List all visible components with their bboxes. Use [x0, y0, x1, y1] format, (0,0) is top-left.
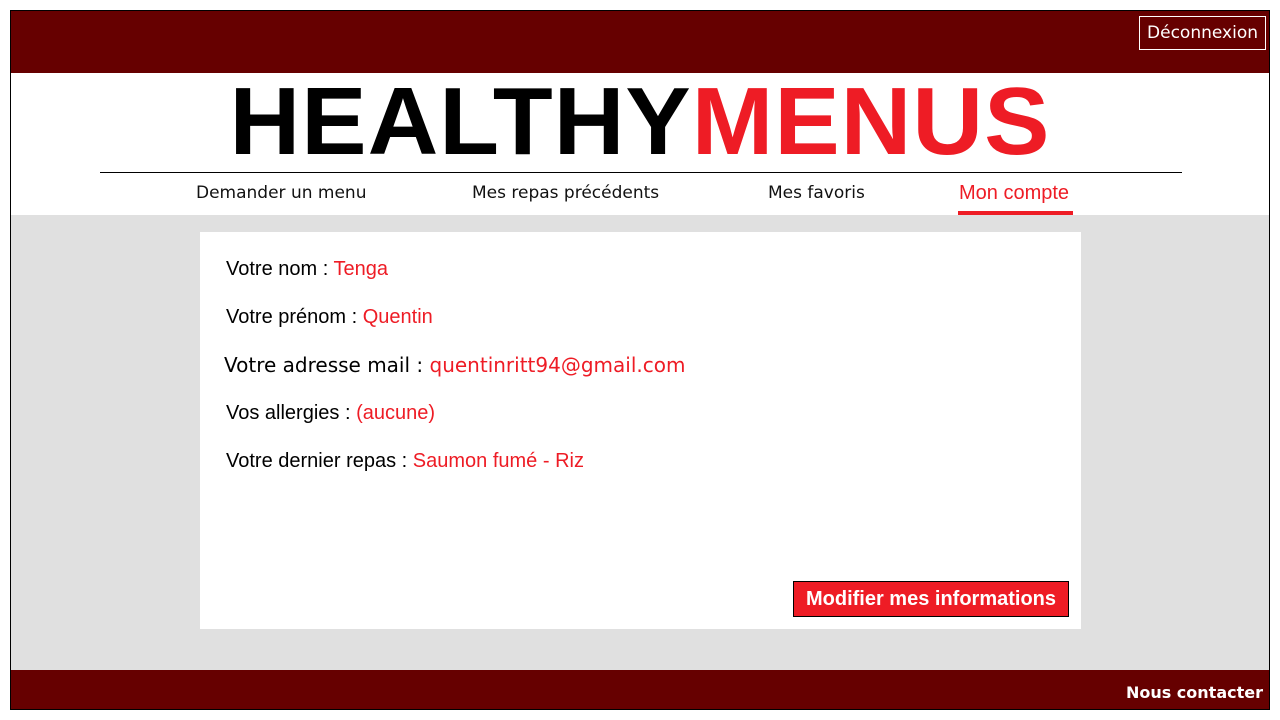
contact-link[interactable]: Nous contacter	[1126, 683, 1263, 702]
row-prenom: Votre prénom : Quentin	[226, 306, 433, 329]
allergies-value: (aucune)	[356, 402, 436, 424]
row-dernier-repas: Votre dernier repas : Saumon fumé - Riz	[226, 450, 584, 473]
mail-label: Votre adresse mail :	[224, 353, 430, 377]
account-card: Votre nom : Tenga Votre prénom : Quentin…	[200, 232, 1081, 629]
row-mail: Votre adresse mail : quentinritt94@gmail…	[224, 353, 685, 377]
top-bar: Déconnexion	[11, 11, 1269, 73]
mail-value: quentinritt94@gmail.com	[429, 353, 686, 377]
logo-healthy: HEALTHY	[229, 68, 692, 175]
dernier-repas-label: Votre dernier repas :	[226, 450, 413, 472]
logo: HEALTHYMENUS	[11, 74, 1269, 170]
nav-item-favoris[interactable]: Mes favoris	[768, 183, 865, 203]
nom-label: Votre nom :	[226, 258, 334, 280]
dernier-repas-value: Saumon fumé - Riz	[412, 450, 584, 472]
main-nav: Demander un menu Mes repas précédents Me…	[11, 173, 1269, 215]
nav-item-repas-precedents[interactable]: Mes repas précédents	[472, 183, 659, 203]
allergies-label: Vos allergies :	[226, 402, 357, 424]
prenom-label: Votre prénom :	[226, 306, 363, 328]
logout-button[interactable]: Déconnexion	[1139, 16, 1266, 50]
modify-info-button[interactable]: Modifier mes informations	[792, 581, 1069, 617]
footer-bar: Nous contacter	[11, 670, 1269, 709]
nav-item-demander-menu[interactable]: Demander un menu	[196, 183, 366, 203]
nav-item-mon-compte[interactable]: Mon compte	[959, 182, 1069, 205]
row-nom: Votre nom : Tenga	[226, 258, 388, 281]
nom-value: Tenga	[333, 258, 388, 280]
row-allergies: Vos allergies : (aucune)	[226, 402, 435, 425]
app-frame: Déconnexion HEALTHYMENUS Demander un men…	[10, 10, 1270, 710]
logo-menus: MENUS	[691, 68, 1051, 175]
main-content: Votre nom : Tenga Votre prénom : Quentin…	[11, 215, 1269, 670]
prenom-value: Quentin	[362, 306, 433, 328]
